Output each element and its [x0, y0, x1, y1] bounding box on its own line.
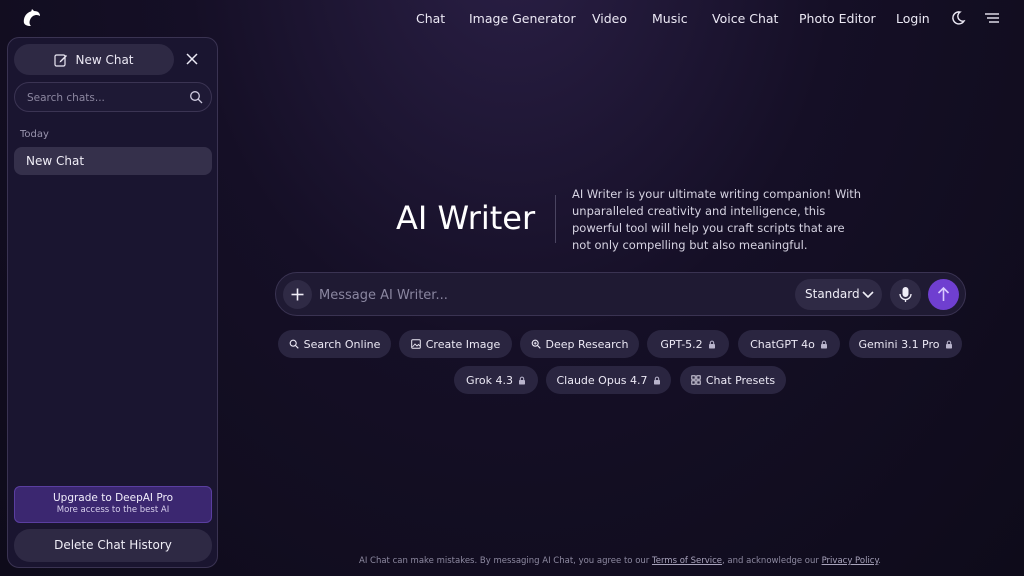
moon-icon[interactable]: [950, 10, 966, 26]
plus-icon: [291, 288, 304, 301]
footer-text-end: .: [878, 556, 881, 566]
lock-icon: [708, 340, 715, 348]
chip-search-online[interactable]: Search Online: [278, 330, 391, 358]
hero-divider: [555, 195, 556, 243]
send-button[interactable]: [928, 279, 959, 310]
message-input[interactable]: [319, 285, 779, 305]
image-icon: [410, 339, 421, 349]
chip-claude-opus-4-7[interactable]: Claude Opus 4.7: [546, 366, 671, 394]
message-composer: Standard: [275, 272, 966, 316]
nav-link-chat[interactable]: Chat: [416, 11, 445, 26]
section-label-today: Today: [20, 129, 49, 140]
nav-link-voice-chat[interactable]: Voice Chat: [712, 11, 778, 26]
grid-icon: [691, 375, 701, 385]
chip-gemini-3-1-pro[interactable]: Gemini 3.1 Pro: [849, 330, 962, 358]
chip-label: ChatGPT 4o: [750, 337, 815, 351]
chip-chatgpt-4o[interactable]: ChatGPT 4o: [738, 330, 840, 358]
hero-description: AI Writer is your ultimate writing compa…: [572, 187, 862, 252]
lock-icon: [653, 376, 660, 384]
nav-link-image-generator[interactable]: Image Generator: [469, 11, 576, 26]
top-nav: Chat Image Generator Video Music Voice C…: [0, 0, 1024, 36]
search-chats-box: [14, 82, 212, 112]
search-chats-input[interactable]: [27, 89, 177, 107]
chip-label: Gemini 3.1 Pro: [858, 337, 940, 351]
lock-icon: [945, 340, 952, 348]
upgrade-title: Upgrade to DeepAI Pro: [52, 492, 174, 504]
chip-chat-presets[interactable]: Chat Presets: [680, 366, 786, 394]
arrow-up-icon: [937, 286, 950, 301]
terms-of-service-link[interactable]: Terms of Service: [652, 556, 722, 566]
upgrade-pro-button[interactable]: Upgrade to DeepAI Pro More access to the…: [14, 486, 212, 523]
microphone-icon: [899, 287, 912, 302]
chip-label: Chat Presets: [705, 373, 776, 387]
chat-sidebar: New Chat Today New Chat Upgrade to DeepA…: [7, 37, 218, 568]
new-chat-label: New Chat: [75, 52, 134, 67]
chevron-down-icon: [862, 291, 874, 299]
research-icon: [531, 339, 541, 349]
chip-label: Search Online: [303, 337, 381, 351]
chip-gpt-5-2[interactable]: GPT-5.2: [647, 330, 729, 358]
footer-disclaimer: AI Chat can make mistakes. By messaging …: [0, 556, 1024, 566]
upgrade-subtitle: More access to the best AI: [56, 505, 170, 515]
search-icon: [289, 339, 299, 349]
hamburger-menu-icon[interactable]: [984, 10, 1000, 26]
nav-link-music[interactable]: Music: [652, 11, 688, 26]
privacy-policy-link[interactable]: Privacy Policy: [822, 556, 879, 566]
chip-label: Deep Research: [545, 337, 629, 351]
footer-text: AI Chat can make mistakes. By messaging …: [359, 556, 652, 566]
lock-icon: [518, 376, 525, 384]
search-icon[interactable]: [189, 90, 203, 104]
nav-link-login[interactable]: Login: [896, 11, 930, 26]
chip-label: Create Image: [425, 337, 501, 351]
footer-text-mid: , and acknowledge our: [722, 556, 822, 566]
chip-label: Claude Opus 4.7: [556, 373, 648, 387]
chip-label: Grok 4.3: [466, 373, 513, 387]
chip-deep-research[interactable]: Deep Research: [520, 330, 639, 358]
nav-link-video[interactable]: Video: [592, 11, 627, 26]
lock-icon: [820, 340, 827, 348]
edit-icon: [54, 53, 68, 67]
chip-label: GPT-5.2: [660, 337, 703, 351]
attach-button[interactable]: [283, 280, 312, 309]
dolphin-logo-icon[interactable]: [20, 7, 42, 29]
page-title: AI Writer: [396, 199, 536, 237]
new-chat-button[interactable]: New Chat: [14, 44, 174, 75]
mode-select[interactable]: Standard: [795, 279, 882, 310]
nav-link-photo-editor[interactable]: Photo Editor: [799, 11, 876, 26]
chip-create-image[interactable]: Create Image: [399, 330, 512, 358]
mode-select-value: Standard: [805, 287, 860, 301]
chat-history-item[interactable]: New Chat: [14, 147, 212, 175]
voice-input-button[interactable]: [890, 279, 921, 310]
close-icon[interactable]: [184, 51, 200, 67]
chip-grok-4-3[interactable]: Grok 4.3: [454, 366, 538, 394]
